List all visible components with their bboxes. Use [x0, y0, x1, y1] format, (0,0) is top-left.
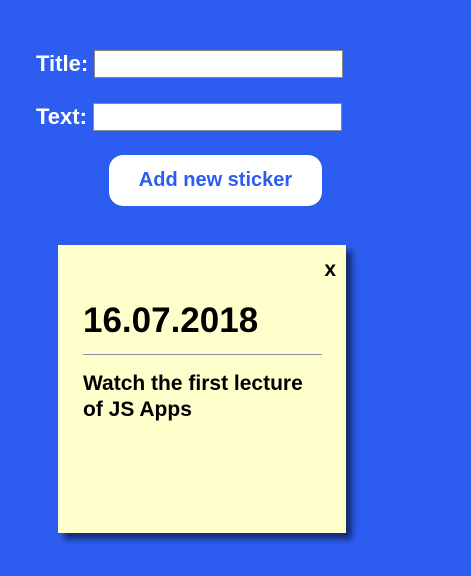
sticker-divider [83, 354, 322, 355]
text-row: Text: [36, 103, 342, 131]
sticker-title: 16.07.2018 [83, 301, 259, 340]
sticker-note: x 16.07.2018 Watch the first lecture of … [58, 245, 346, 533]
title-input[interactable] [94, 50, 344, 78]
sticker-text: Watch the first lecture of JS Apps [83, 372, 303, 421]
text-label: Text: [36, 104, 87, 129]
add-sticker-button[interactable]: Add new sticker [109, 155, 322, 206]
title-label: Title: [36, 51, 89, 76]
text-input[interactable] [92, 103, 342, 131]
title-row: Title: [36, 50, 344, 78]
close-sticker-button[interactable]: x [324, 259, 336, 281]
